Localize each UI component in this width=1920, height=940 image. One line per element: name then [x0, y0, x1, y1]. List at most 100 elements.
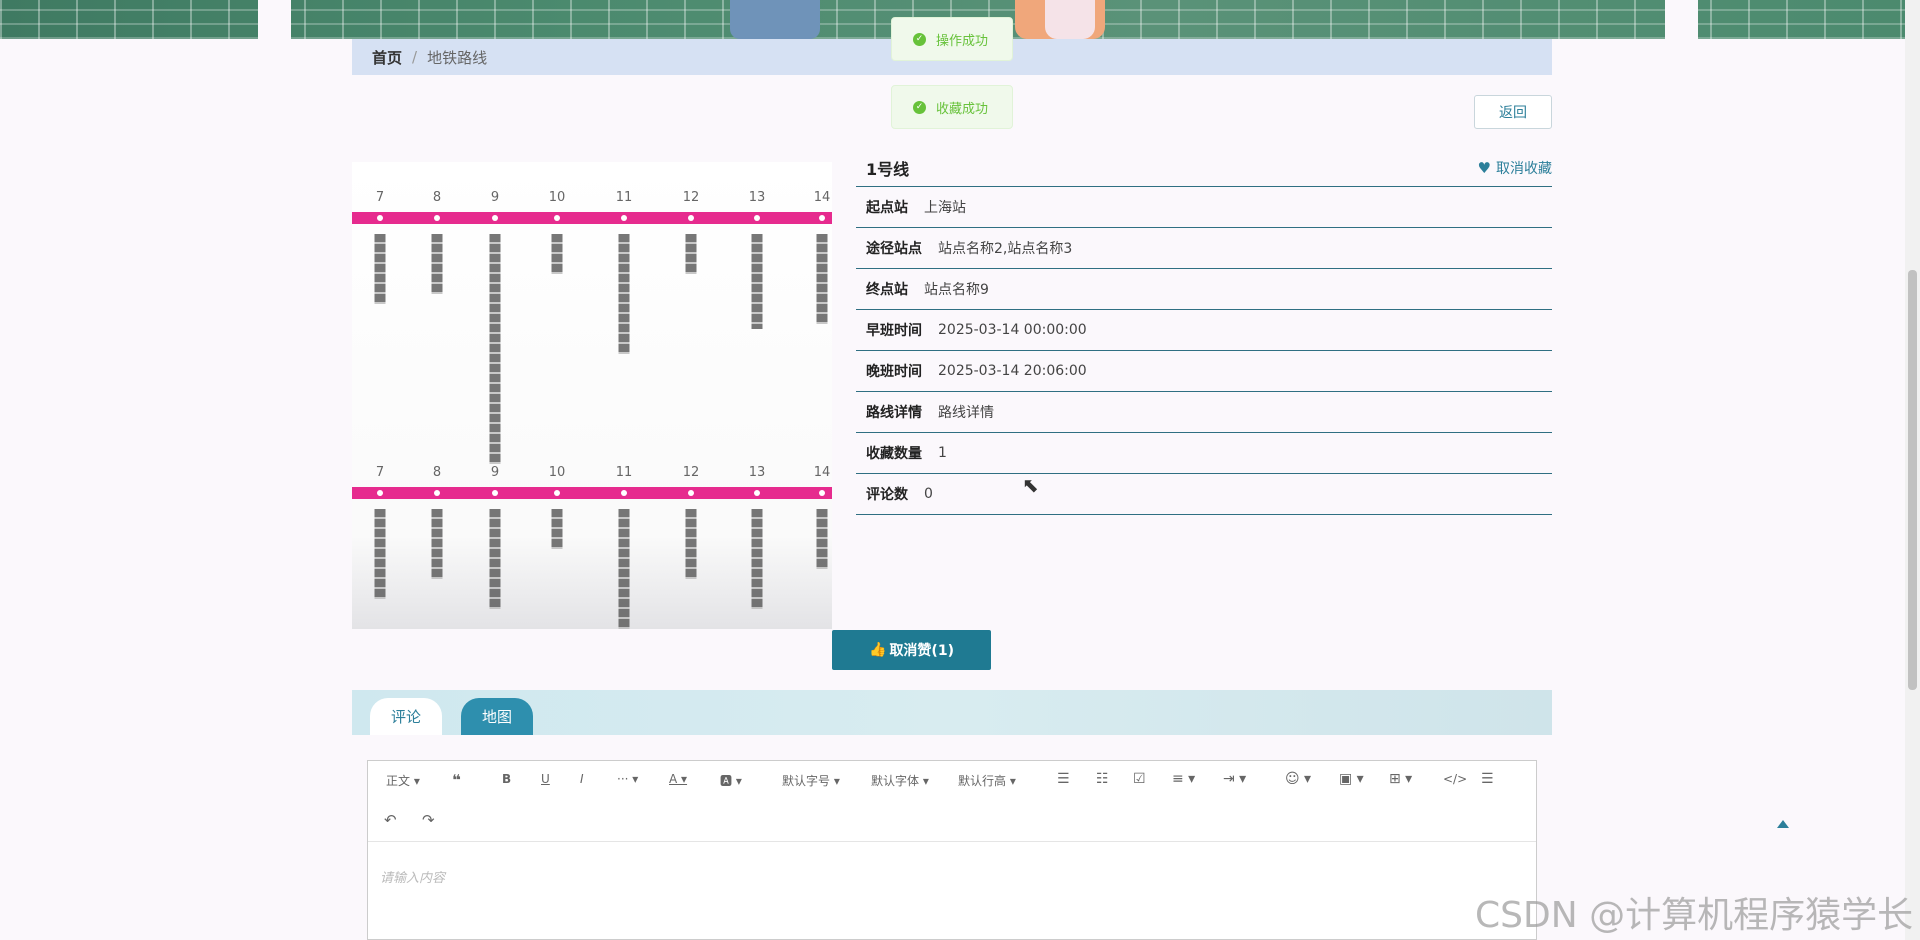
image-icon[interactable]: ▣ ▾ — [1339, 771, 1364, 787]
metro-station-dot — [434, 490, 440, 496]
metro-station-number: 9 — [490, 190, 500, 205]
metro-station-number: 13 — [748, 190, 766, 205]
metro-station-dot — [554, 490, 560, 496]
back-button[interactable]: 返回 — [1474, 95, 1552, 129]
scrollbar-thumb[interactable] — [1908, 270, 1917, 690]
metro-station-number: 14 — [813, 465, 831, 480]
breadcrumb-current: 地铁路线 — [427, 48, 488, 67]
metro-station-dot — [621, 215, 627, 221]
tab-map[interactable]: 地图 — [461, 698, 533, 735]
toast-message: 收藏成功 — [936, 101, 989, 117]
metro-station-name — [816, 509, 828, 569]
numbered-list-icon[interactable]: ☷ — [1096, 771, 1109, 787]
info-value: 1 — [938, 445, 947, 461]
metro-station-name — [685, 509, 697, 579]
metro-station-name — [685, 234, 697, 274]
page-scrollbar[interactable] — [1905, 0, 1920, 940]
thumbs-up-icon: 👍 — [869, 642, 887, 658]
metro-station-dot — [554, 215, 560, 221]
font-family-select[interactable]: 默认字体 ▾ — [871, 772, 929, 789]
info-label: 评论数 — [866, 487, 908, 503]
metro-station-number: 11 — [615, 190, 633, 205]
info-value: 0 — [924, 486, 933, 502]
unfavorite-label: 取消收藏 — [1496, 161, 1552, 177]
metro-station-number: 14 — [813, 190, 831, 205]
info-value: 站点名称2,站点名称3 — [938, 241, 1073, 257]
metro-station-dot — [688, 215, 694, 221]
metro-station-number: 8 — [432, 465, 442, 480]
background-color-icon[interactable]: 🅰 ▾ — [720, 772, 742, 789]
metro-station-name — [431, 234, 443, 294]
metro-station-number: 7 — [375, 465, 385, 480]
metro-station-number: 8 — [432, 190, 442, 205]
bulleted-list-icon[interactable]: ☰ — [1057, 771, 1070, 787]
info-value: 上海站 — [924, 200, 966, 216]
metro-station-dot — [819, 490, 825, 496]
font-color-icon[interactable]: A ▾ — [669, 772, 687, 786]
unfavorite-button[interactable]: ♥ 取消收藏 — [1478, 158, 1552, 178]
more-icon[interactable]: ··· ▾ — [617, 772, 638, 786]
info-value: 2025-03-14 20:06:00 — [938, 363, 1087, 379]
editor-placeholder[interactable]: 请输入内容 — [380, 867, 445, 886]
font-size-select[interactable]: 默认字号 ▾ — [782, 772, 840, 789]
metro-station-number: 12 — [682, 465, 700, 480]
divider-icon[interactable]: ☰ — [1481, 771, 1494, 787]
info-label: 终点站 — [866, 282, 908, 298]
info-label: 途径站点 — [866, 241, 922, 257]
metro-line-bar — [352, 487, 832, 499]
success-toast: ✓ 收藏成功 — [891, 85, 1013, 129]
check-circle-icon: ✓ — [913, 32, 926, 46]
line-title-row: 1号线 ♥ 取消收藏 — [856, 150, 1552, 187]
metro-station-dot — [492, 215, 498, 221]
info-row: 终点站 站点名称9 — [856, 269, 1552, 310]
metro-station-number: 11 — [615, 465, 633, 480]
tab-comment[interactable]: 评论 — [370, 698, 442, 735]
metro-station-name — [618, 234, 630, 354]
info-label: 晚班时间 — [866, 364, 922, 380]
metro-station-name — [374, 509, 386, 599]
align-icon[interactable]: ≡ ▾ — [1172, 771, 1195, 787]
info-value: 站点名称9 — [924, 282, 989, 298]
metro-station-name — [618, 509, 630, 629]
metro-station-number: 10 — [548, 190, 566, 205]
emoji-icon[interactable]: ☺ ▾ — [1285, 771, 1311, 787]
editor-toolbar: 正文 ▾ ❝ B U I ··· ▾ A ▾ 🅰 ▾ 默认字号 ▾ 默认字体 ▾… — [368, 761, 1536, 842]
underline-icon[interactable]: U — [541, 772, 550, 786]
back-to-top-icon[interactable] — [1777, 820, 1789, 828]
code-icon[interactable]: </> — [1443, 772, 1467, 786]
metro-station-dot — [434, 215, 440, 221]
metro-line-bar — [352, 212, 832, 224]
metro-station-number: 13 — [748, 465, 766, 480]
toast-message: 操作成功 — [936, 33, 989, 49]
info-label: 路线详情 — [866, 405, 922, 421]
indent-icon[interactable]: ⇥ ▾ — [1223, 771, 1246, 787]
unlike-button[interactable]: 👍 取消赞(1) — [832, 630, 991, 670]
info-label: 早班时间 — [866, 323, 922, 339]
watermark: CSDN @计算机程序猿学长 — [1475, 895, 1914, 936]
metro-station-name — [489, 509, 501, 609]
metro-station-name — [816, 234, 828, 324]
success-toast: ✓ 操作成功 — [891, 17, 1013, 61]
line-height-select[interactable]: 默认行高 ▾ — [958, 772, 1016, 789]
metro-station-dot — [377, 490, 383, 496]
metro-station-dot — [492, 490, 498, 496]
italic-icon[interactable]: I — [580, 772, 584, 786]
bold-icon[interactable]: B — [502, 772, 511, 786]
table-icon[interactable]: ⊞ ▾ — [1389, 771, 1412, 787]
unlike-label: 取消赞(1) — [889, 643, 954, 659]
metro-station-name — [751, 509, 763, 609]
info-row: 路线详情 路线详情 — [856, 392, 1552, 433]
metro-station-dot — [754, 215, 760, 221]
quote-icon[interactable]: ❝ — [452, 771, 461, 789]
todo-icon[interactable]: ☑ — [1133, 771, 1146, 787]
metro-station-number: 12 — [682, 190, 700, 205]
paragraph-select[interactable]: 正文 ▾ — [386, 772, 420, 789]
banner-figure — [730, 0, 820, 39]
metro-station-number: 9 — [490, 465, 500, 480]
undo-icon[interactable]: ↶ — [384, 811, 397, 829]
breadcrumb-home[interactable]: 首页 — [372, 47, 402, 68]
info-value: 2025-03-14 00:00:00 — [938, 322, 1087, 338]
tab-bar: 评论 地图 — [352, 690, 1552, 735]
redo-icon[interactable]: ↷ — [422, 811, 435, 829]
info-row: 评论数 0 — [856, 474, 1552, 515]
